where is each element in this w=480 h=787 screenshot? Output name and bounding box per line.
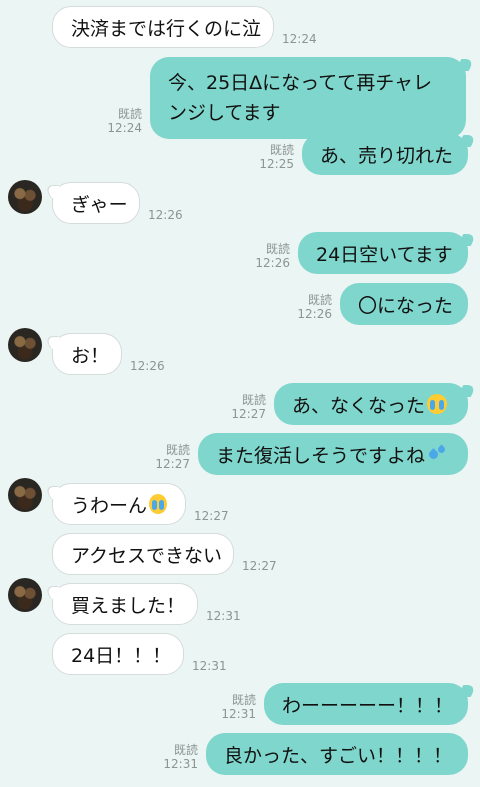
message-meta: 既読 12:26 [255,242,290,270]
timestamp: 12:26 [148,208,183,222]
timestamp: 12:25 [259,157,294,171]
message-row: わーーーーー！！！ 既読 12:31 [0,683,480,725]
loudly-crying-face-icon [427,394,448,414]
message-row: また復活しそうですよね 既読 12:27 [0,433,480,475]
read-receipt: 既読 [241,393,266,407]
message-row: あ、なくなった 既読 12:27 [0,383,480,425]
message-row: ぎゃー 12:26 [0,180,480,224]
read-receipt: 既読 [173,743,198,757]
read-receipt: 既読 [231,693,256,707]
read-receipt: 既読 [269,143,294,157]
message-row: 24日！！！ 12:31 [0,633,480,675]
message-row: 良かった、すごい！！！！ 既読 12:31 [0,733,480,775]
sweat-droplets-icon [427,444,449,464]
message-meta: 12:27 [194,509,229,523]
message-text: また復活しそうですよね [216,444,426,467]
timestamp: 12:24 [282,32,317,46]
read-receipt: 既読 [117,107,142,121]
message-meta: 12:24 [282,32,317,46]
avatar[interactable] [8,478,42,512]
incoming-message-bubble[interactable]: お！ [52,333,122,375]
incoming-message-bubble[interactable]: 買えました！ [52,583,198,625]
loudly-crying-face-icon [149,494,167,514]
message-text: 買えました！ [71,594,186,617]
message-meta: 12:31 [192,659,227,673]
outgoing-message-bubble[interactable]: わーーーーー！！！ [264,683,468,725]
timestamp: 12:27 [242,559,277,573]
message-meta: 既読 12:26 [297,293,332,321]
avatar[interactable] [8,578,42,612]
message-text: あ、売り切れた [320,144,454,167]
message-row: 〇になった 既読 12:26 [0,283,480,325]
incoming-message-bubble[interactable]: 決済までは行くのに泣 [52,6,274,48]
timestamp: 12:27 [155,457,190,471]
message-text: ぎゃー [71,193,128,216]
outgoing-message-bubble[interactable]: 〇になった [340,283,468,325]
incoming-message-bubble[interactable]: うわーん [52,483,186,525]
message-meta: 12:26 [130,359,165,373]
timestamp: 12:26 [297,307,332,321]
message-meta: 12:26 [148,208,183,222]
avatar[interactable] [8,328,42,362]
message-row: 買えました！ 12:31 [0,578,480,625]
message-text: 24日！！！ [71,644,172,667]
timestamp: 12:31 [206,609,241,623]
incoming-message-bubble[interactable]: 24日！！！ [52,633,184,675]
timestamp: 12:31 [163,757,198,771]
outgoing-message-bubble[interactable]: あ、なくなった [274,383,468,425]
message-text: 今、25日Δになってて再チャレンジしてます [168,72,433,124]
outgoing-message-bubble[interactable]: 良かった、すごい！！！！ [206,733,468,775]
timestamp: 12:26 [255,256,290,270]
message-meta: 既読 12:24 [107,107,142,135]
message-text: うわーん [71,494,148,517]
message-row: うわーん 12:27 [0,478,480,525]
message-meta: 既読 12:27 [231,393,266,421]
message-row: あ、売り切れた 既読 12:25 [0,133,480,175]
message-text: 決済までは行くのに泣 [71,17,262,40]
message-text: アクセスできない [71,544,223,567]
timestamp: 12:26 [130,359,165,373]
outgoing-message-bubble[interactable]: また復活しそうですよね [198,433,468,475]
timestamp: 12:27 [231,407,266,421]
message-text: あ、なくなった [292,394,426,417]
message-text: 24日空いてます [316,243,453,266]
outgoing-message-bubble[interactable]: 今、25日Δになってて再チャレンジしてます [150,57,466,139]
message-meta: 既読 12:31 [221,693,256,721]
outgoing-message-bubble[interactable]: あ、売り切れた [302,133,468,175]
incoming-message-bubble[interactable]: アクセスできない [52,533,234,575]
read-receipt: 既読 [265,242,290,256]
message-row: お！ 12:26 [0,328,480,375]
timestamp: 12:31 [221,707,256,721]
read-receipt: 既読 [307,293,332,307]
message-row: 24日空いてます 既読 12:26 [0,232,480,274]
avatar[interactable] [8,180,42,214]
message-meta: 既読 12:31 [163,743,198,771]
message-text: 良かった、すごい！！！！ [224,744,453,767]
timestamp: 12:31 [192,659,227,673]
message-meta: 12:27 [242,559,277,573]
message-meta: 12:31 [206,609,241,623]
message-meta: 既読 12:27 [155,443,190,471]
message-text: わーーーーー！！！ [282,694,454,717]
incoming-message-bubble[interactable]: ぎゃー [52,182,140,224]
outgoing-message-bubble[interactable]: 24日空いてます [298,232,468,274]
timestamp: 12:27 [194,509,229,523]
message-row: 今、25日Δになってて再チャレンジしてます 既読 12:24 [0,57,480,139]
message-meta: 既読 12:25 [259,143,294,171]
chat-thread[interactable]: 決済までは行くのに泣 12:24 今、25日Δになってて再チャレンジしてます 既読 12… [0,0,480,787]
read-receipt: 既読 [165,443,190,457]
message-text: 〇になった [358,294,454,317]
message-row: アクセスできない 12:27 [0,533,480,575]
message-row: 決済までは行くのに泣 12:24 [0,6,480,48]
message-text: お！ [71,344,110,367]
